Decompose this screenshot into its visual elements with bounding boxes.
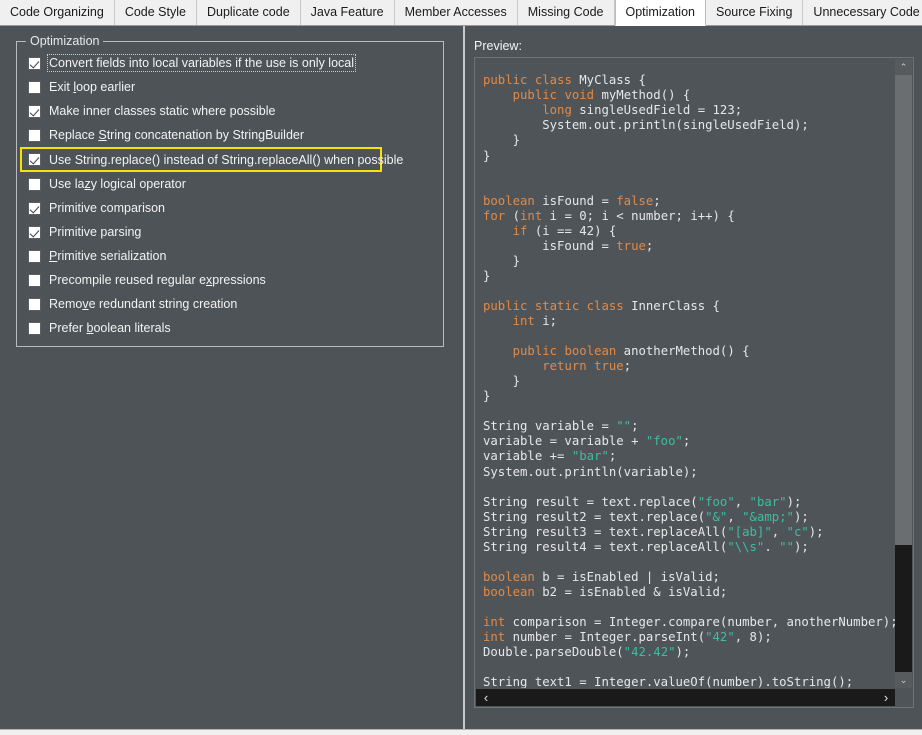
option-row[interactable]: Prefer boolean literals — [26, 316, 436, 340]
option-label: Primitive serialization — [49, 249, 167, 263]
pane-splitter[interactable] — [463, 26, 465, 735]
tab-bar: Code Organizing Code Style Duplicate code J… — [0, 0, 922, 26]
option-row[interactable]: Remove redundant string creation — [26, 292, 436, 316]
checkbox-checked-icon[interactable] — [28, 153, 41, 166]
checkbox-unchecked-icon[interactable] — [28, 80, 41, 94]
optimization-option-list: Convert fields into local variables if t… — [20, 51, 436, 340]
option-row[interactable]: Exit loop earlier — [26, 75, 436, 99]
checkbox-unchecked-icon[interactable] — [28, 297, 41, 311]
chevron-right-icon: › — [883, 690, 889, 705]
option-row[interactable]: Use String.replace() instead of String.r… — [20, 147, 403, 172]
option-row[interactable]: Primitive comparison — [26, 196, 436, 220]
option-label: Use lazy logical operator — [49, 177, 186, 191]
scroll-up-button[interactable]: ⌃ — [895, 59, 912, 75]
checkbox-unchecked-icon[interactable] — [28, 321, 41, 335]
options-pane: Optimization Convert fields into local v… — [0, 26, 461, 735]
code-preview-text: public class MyClass { public void myMet… — [483, 73, 895, 688]
tab-code-organizing[interactable]: Code Organizing — [0, 0, 115, 25]
code-preview-frame: public class MyClass { public void myMet… — [474, 57, 914, 708]
tab-duplicate-code[interactable]: Duplicate code — [196, 0, 301, 25]
checkbox-unchecked-icon[interactable] — [28, 249, 41, 263]
tab-source-fixing[interactable]: Source Fixing — [705, 0, 804, 25]
tab-member-accesses[interactable]: Member Accesses — [394, 0, 518, 25]
option-label: Primitive comparison — [49, 201, 166, 215]
chevron-up-icon: ⌃ — [899, 61, 908, 72]
checkbox-checked-icon[interactable] — [28, 225, 41, 239]
option-label: Convert fields into local variables if t… — [46, 54, 357, 72]
option-row[interactable]: Primitive serialization — [26, 244, 436, 268]
scrollbar-corner — [895, 689, 912, 706]
tab-optimization[interactable]: Optimization — [614, 0, 706, 26]
option-label: Precompile reused regular expressions — [49, 273, 266, 287]
tab-code-style[interactable]: Code Style — [114, 0, 197, 25]
scroll-right-button[interactable]: › — [878, 689, 894, 706]
tab-unnecessary-code[interactable]: Unnecessary Code — [803, 0, 922, 25]
option-row[interactable]: Precompile reused regular expressions — [26, 268, 436, 292]
option-label: Primitive parsing — [49, 225, 142, 239]
scroll-left-button[interactable]: ‹ — [478, 689, 494, 706]
tab-java-feature[interactable]: Java Feature — [300, 0, 395, 25]
option-row[interactable]: Replace String concatenation by StringBu… — [26, 123, 436, 147]
scroll-down-button[interactable]: ⌄ — [895, 672, 912, 688]
code-scroll-area[interactable]: public class MyClass { public void myMet… — [475, 58, 895, 688]
vertical-scroll-thumb[interactable] — [895, 75, 912, 545]
window-bottom-strip — [0, 729, 922, 735]
chevron-down-icon: ⌄ — [899, 674, 908, 685]
checkbox-checked-icon[interactable] — [28, 56, 41, 70]
option-label: Prefer boolean literals — [49, 321, 171, 335]
option-row[interactable]: Convert fields into local variables if t… — [26, 51, 436, 75]
checkbox-unchecked-icon[interactable] — [28, 177, 41, 191]
checkbox-unchecked-icon[interactable] — [28, 128, 41, 142]
option-label: Replace String concatenation by StringBu… — [49, 128, 305, 142]
checkbox-unchecked-icon[interactable] — [28, 273, 41, 287]
chevron-left-icon: ‹ — [483, 690, 489, 705]
main-split-container: Optimization Convert fields into local v… — [0, 26, 922, 735]
checkbox-checked-icon[interactable] — [28, 201, 41, 215]
preview-label: Preview: — [474, 39, 522, 53]
option-label: Use String.replace() instead of String.r… — [49, 152, 404, 167]
tab-missing-code[interactable]: Missing Code — [517, 0, 615, 25]
option-row[interactable]: Make inner classes static where possible — [26, 99, 436, 123]
option-label: Exit loop earlier — [49, 80, 136, 94]
option-row[interactable]: Use lazy logical operator — [26, 172, 436, 196]
checkbox-checked-icon[interactable] — [28, 104, 41, 118]
vertical-scrollbar[interactable]: ⌃ ⌄ — [895, 59, 912, 688]
groupbox-title: Optimization — [26, 34, 104, 48]
horizontal-scrollbar[interactable]: ‹ › — [476, 689, 896, 706]
preview-pane: Preview: public class MyClass { public v… — [466, 26, 922, 735]
option-label: Remove redundant string creation — [49, 297, 238, 311]
option-row[interactable]: Primitive parsing — [26, 220, 436, 244]
option-label: Make inner classes static where possible — [49, 104, 276, 118]
